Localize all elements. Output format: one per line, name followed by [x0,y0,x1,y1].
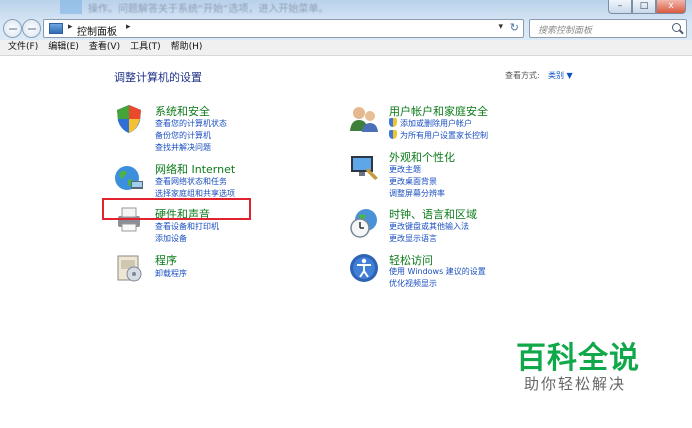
devices-printers-link[interactable]: 查看设备和打印机 [155,221,219,232]
breadcrumb-control-panel[interactable]: 控制面板 [77,23,117,38]
change-keyboard-link[interactable]: 更改键盘或其他输入法 [389,221,469,232]
search-icon[interactable] [672,23,681,32]
menu-tools[interactable]: 工具(T) [130,40,161,55]
menu-file[interactable]: 文件(F) [8,40,38,55]
search-input[interactable]: 搜索控制面板 [538,23,592,36]
view-network-status-link[interactable]: 查看网络状态和任务 [155,176,227,187]
window-controls: – □ x [608,0,686,14]
appearance-icon[interactable] [348,150,380,182]
change-theme-link[interactable]: 更改主题 [389,164,421,175]
programs-icon[interactable] [113,252,145,284]
back-button[interactable] [3,19,22,38]
uac-shield-icon [389,118,397,127]
adjust-resolution-link[interactable]: 调整屏幕分辨率 [389,188,445,199]
network-globe-icon[interactable] [113,161,145,193]
add-device-link[interactable]: 添加设备 [155,233,187,244]
user-accounts-link[interactable]: 用户帐户和家庭安全 [389,103,488,119]
breadcrumb-separator-2[interactable]: ▸ [126,22,131,32]
change-display-language-link[interactable]: 更改显示语言 [389,233,437,244]
clock-globe-icon[interactable] [348,207,380,239]
change-background-link[interactable]: 更改桌面背景 [389,176,437,187]
title-bar: 操作。问题解答关于系统“开始”选项，进入开始菜单。 – □ x ▸ 控制面板 ▸… [0,0,692,40]
blurred-title: 操作。问题解答关于系统“开始”选项，进入开始菜单。 [88,4,329,14]
breadcrumb-separator[interactable]: ▸ [68,22,73,32]
menu-help[interactable]: 帮助(H) [171,40,203,55]
refresh-icon[interactable]: ↻ [510,21,519,34]
watermark-subtitle: 助你轻松解决 [524,375,627,393]
system-security-icon[interactable] [113,103,145,135]
network-internet-link[interactable]: 网络和 Internet [155,161,235,177]
uninstall-program-link[interactable]: 卸载程序 [155,268,187,279]
forward-button[interactable] [22,19,41,38]
page-title: 调整计算机的设置 [114,71,202,84]
watermark-title: 百科全说 [516,341,640,376]
add-remove-accounts-link[interactable]: 添加或删除用户帐户 [400,118,472,129]
view-computer-status-link[interactable]: 查看您的计算机状态 [155,118,227,129]
minimize-button[interactable]: – [608,0,632,14]
users-icon[interactable] [348,103,380,135]
recommended-settings-link[interactable]: 使用 Windows 建议的设置 [389,266,486,277]
control-panel-icon [49,23,63,34]
uac-shield-icon [389,130,397,139]
view-by-label: 查看方式: [505,71,540,80]
highlight-annotation [102,198,251,220]
troubleshoot-link[interactable]: 查找并解决问题 [155,142,211,153]
appearance-link[interactable]: 外观和个性化 [389,149,455,165]
app-icon [60,0,82,14]
menu-edit[interactable]: 编辑(E) [48,40,79,55]
clock-language-region-link[interactable]: 时钟、语言和区域 [389,206,477,222]
ease-of-access-icon[interactable] [348,252,380,284]
backup-computer-link[interactable]: 备份您的计算机 [155,130,211,141]
address-dropdown-icon[interactable]: ▾ [498,22,503,32]
programs-link[interactable]: 程序 [155,252,177,268]
parental-controls-link[interactable]: 为所有用户设置家长控制 [400,130,488,141]
menu-bar: 文件(F) 编辑(E) 查看(V) 工具(T) 帮助(H) [0,40,692,56]
search-box[interactable]: 搜索控制面板 [529,19,687,38]
address-bar[interactable]: ▸ 控制面板 ▸ ▾ ↻ [43,19,524,38]
system-security-link[interactable]: 系统和安全 [155,103,210,119]
view-by-dropdown[interactable]: 类别 ▼ [548,70,573,81]
maximize-button[interactable]: □ [632,0,656,14]
menu-view[interactable]: 查看(V) [89,40,120,55]
optimize-display-link[interactable]: 优化视频显示 [389,278,437,289]
close-button[interactable]: x [656,0,686,14]
